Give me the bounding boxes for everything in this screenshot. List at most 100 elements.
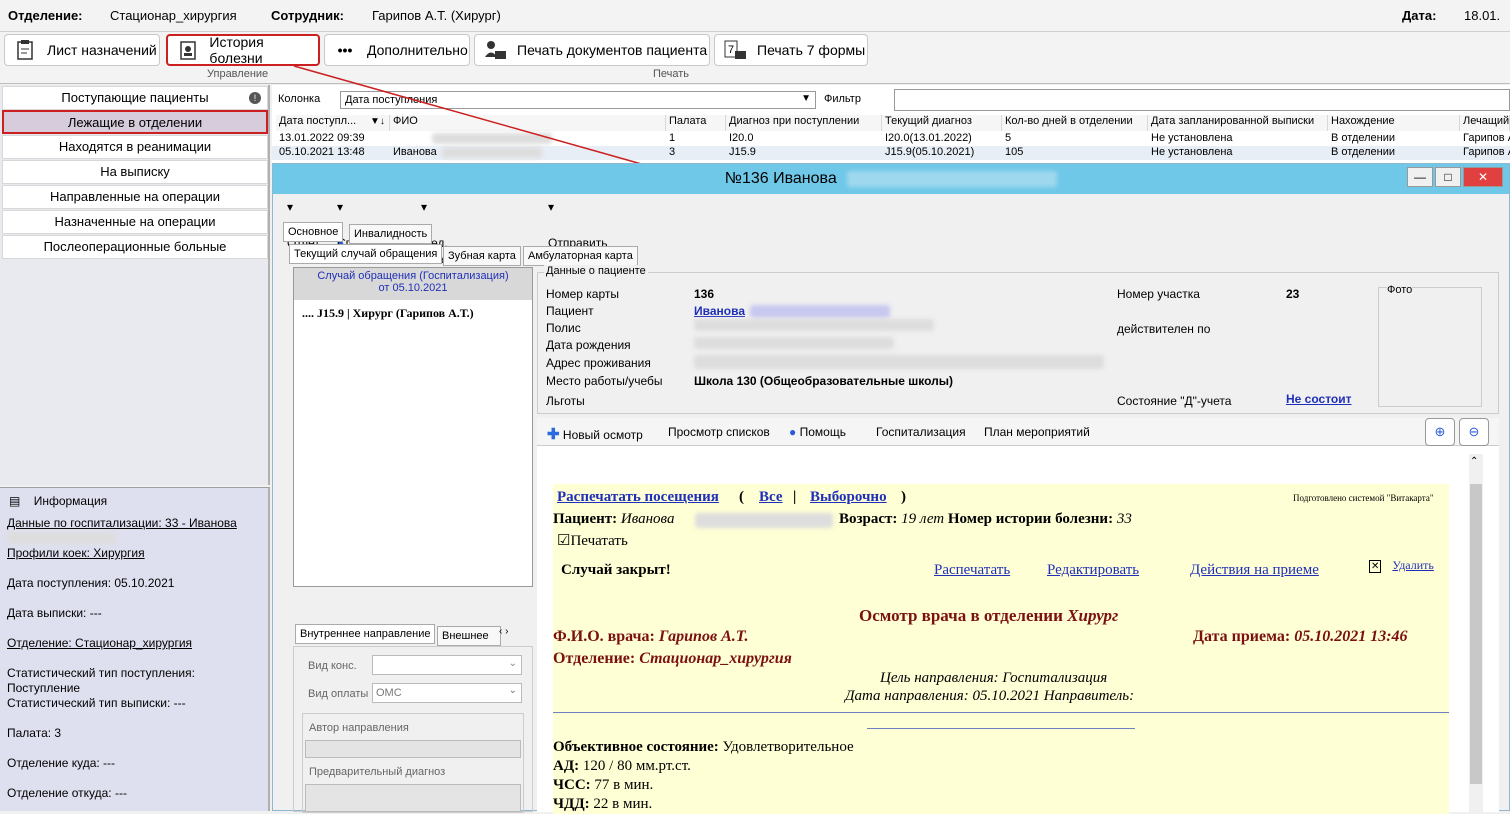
- column-select[interactable]: Дата поступления ▼: [340, 91, 816, 109]
- prescription-list-button[interactable]: Лист назначений: [4, 34, 160, 66]
- age-line: Возраст: 19 лет Номер истории болезни: 3…: [839, 511, 1132, 527]
- new-exam-button[interactable]: ✚ Новый осмотр: [547, 425, 643, 443]
- menu-report[interactable]: Отчет ▾: [287, 200, 320, 250]
- objective-state: Объективное состояние: Удовлетворительно…: [553, 739, 854, 755]
- info-discharge-date: Дата выписки: ---: [7, 606, 102, 620]
- additional-button[interactable]: ••• Дополнительно: [324, 34, 470, 66]
- all-link[interactable]: Все: [759, 489, 783, 506]
- col-header-fio[interactable]: ФИО: [390, 115, 666, 131]
- zoom-out-icon[interactable]: ⊖: [1459, 418, 1489, 446]
- printer-user-icon: [483, 38, 507, 62]
- minimize-button[interactable]: —: [1407, 167, 1433, 187]
- info-hospitalization-link[interactable]: Данные по госпитализации: 33 - Иванова: [7, 516, 237, 530]
- col-header-planned-discharge[interactable]: Дата запланированной выписки: [1148, 115, 1328, 131]
- document-content: Распечатать посещения ( Все | Выборочно …: [553, 484, 1449, 814]
- tab-current-case[interactable]: Текущий случай обращения: [289, 244, 443, 264]
- selective-link[interactable]: Выборочно: [810, 489, 887, 506]
- sort-icon[interactable]: ▼↓: [370, 116, 385, 127]
- col-header-location[interactable]: Нахождение: [1328, 115, 1460, 131]
- scrollbar[interactable]: ⌃: [1469, 454, 1483, 812]
- filter-input[interactable]: [894, 89, 1510, 111]
- menu-help[interactable]: ● Справка ▾: [337, 200, 384, 250]
- col-header-doctor[interactable]: Лечащий: [1460, 115, 1510, 131]
- nav-reanimation[interactable]: Находятся в реанимации: [2, 135, 268, 159]
- print-patient-docs-button[interactable]: Печать документов пациента: [474, 34, 710, 66]
- work-place: Школа 130 (Общеобразовательные школы): [694, 374, 954, 388]
- info-bed-profile-link[interactable]: Профили коек: Хирургия: [7, 546, 145, 560]
- direction-goal: Цель направления: Госпитализация: [880, 670, 1108, 686]
- d-status-link[interactable]: Не состоит: [1286, 392, 1352, 406]
- group-manage-label: Управление: [207, 68, 269, 80]
- case-item[interactable]: .... J15.9 | Хирург (Гарипов А.Т.): [302, 306, 474, 321]
- col-header-current-diag[interactable]: Текущий диагноз: [882, 115, 1002, 131]
- actions-link[interactable]: Действия на приеме: [1190, 562, 1319, 579]
- medical-history-button[interactable]: История болезни: [166, 34, 320, 66]
- print-visits-link[interactable]: Распечатать посещения: [557, 489, 719, 506]
- case-header[interactable]: Случай обращения (Госпитализация) от 05.1…: [294, 268, 532, 300]
- nav-scheduled-operations[interactable]: Назначенные на операции: [2, 210, 268, 234]
- window-title-bar: №136 Иванова — □ ✕: [273, 164, 1509, 194]
- nav-incoming-patients[interactable]: Поступающие пациенты!: [2, 86, 268, 110]
- col-header-days[interactable]: Кол-во дней в отделении: [1002, 115, 1148, 131]
- patient-link[interactable]: Иванова: [694, 304, 745, 318]
- top-bar: Отделение: Стационар_хирургия Сотрудник:…: [0, 0, 1510, 32]
- vid-kons-label: Вид конс.: [308, 660, 357, 672]
- maximize-button[interactable]: □: [1435, 167, 1461, 187]
- dept-label: Отделение:: [8, 8, 83, 23]
- help-button[interactable]: ● Помощь: [789, 425, 846, 439]
- col-header-admission-diag[interactable]: Диагноз при поступлении: [726, 115, 882, 131]
- hospitalization-button[interactable]: Госпитализация: [876, 425, 966, 439]
- blood-pressure: АД: 120 / 80 мм.рт.ст.: [553, 758, 691, 774]
- menu-med-docs[interactable]: Мед. документация ▾: [421, 200, 500, 264]
- divider: [553, 712, 1449, 713]
- divider: [867, 728, 1135, 729]
- chevron-down-icon: ▼: [801, 93, 811, 104]
- reception-date-line: Дата приема: 05.10.2021 13:46: [1193, 628, 1408, 645]
- tab-dental[interactable]: Зубная карта: [443, 246, 521, 266]
- author-input[interactable]: [305, 740, 521, 758]
- vid-kons-select[interactable]: ⌄: [372, 655, 522, 675]
- edit-link[interactable]: Редактировать: [1047, 562, 1139, 579]
- tab-disability[interactable]: Инвалидность: [349, 224, 433, 244]
- employee-label: Сотрудник:: [271, 8, 344, 23]
- vid-opl-select[interactable]: ОМС ⌄: [372, 683, 522, 703]
- info-admission-type: Статистический тип поступления:: [7, 666, 195, 680]
- event-plan-button[interactable]: План мероприятий: [984, 425, 1090, 439]
- print-checkbox[interactable]: ☑Печатать: [557, 531, 628, 550]
- info-admission-date: Дата поступления: 05.10.2021: [7, 576, 175, 590]
- print-form7-button[interactable]: 7 Печать 7 формы: [714, 34, 868, 66]
- direction-panel: Вид конс. ⌄ Вид оплаты ОМС ⌄ Автор направ…: [293, 646, 533, 813]
- delete-button[interactable]: ✕ Удалить: [1369, 558, 1434, 573]
- close-button[interactable]: ✕: [1463, 167, 1503, 187]
- menu-send-iemk[interactable]: Отправить в ИЭМК ▾: [548, 200, 608, 264]
- table-row[interactable]: 05.10.2021 13:48 Иванова 3 J15.9 J15.9(0…: [272, 146, 1510, 160]
- prediag-input[interactable]: [305, 784, 521, 812]
- tab-outpatient[interactable]: Амбулаторная карта: [523, 246, 638, 266]
- nav-postoperative[interactable]: Послеоперационные больные: [2, 235, 268, 259]
- col-header-ward[interactable]: Палата: [666, 115, 726, 131]
- nav-discharge[interactable]: На выписку: [2, 160, 268, 184]
- heart-rate: ЧСС: 77 в мин.: [553, 777, 654, 793]
- dept-value: Стационар_хирургия: [110, 8, 237, 23]
- tab-internal-direction[interactable]: Внутреннее направление: [295, 624, 436, 644]
- nav-sent-operations[interactable]: Направленные на операции: [2, 185, 268, 209]
- employee-value: Гарипов А.Т. (Хирург): [372, 8, 501, 23]
- print-link[interactable]: Распечатать: [934, 562, 1010, 579]
- help-icon: ●: [789, 425, 797, 439]
- table-row[interactable]: 13.01.2022 09:39 1 I20.0 I20.0(13.01.202…: [272, 132, 1510, 146]
- zoom-in-icon[interactable]: ⊕: [1425, 418, 1455, 446]
- more-dots-icon: •••: [337, 42, 353, 58]
- info-discharge-type: Статистический тип выписки: ---: [7, 696, 186, 710]
- tab-scroll-arrows[interactable]: ‹ ›: [499, 626, 508, 637]
- patient-line: Пациент: Иванова: [553, 511, 675, 527]
- tab-main[interactable]: Основное: [283, 222, 344, 242]
- column-label: Колонка: [278, 93, 321, 105]
- view-lists-button[interactable]: Просмотр списков: [668, 425, 770, 439]
- close-box-icon: ✕: [1369, 560, 1382, 573]
- info-department-link[interactable]: Отделение: Стационар_хирургия: [7, 636, 192, 650]
- plus-icon: ✚: [547, 426, 560, 443]
- patient-list-area: Колонка Дата поступления ▼ Фильтр Дата по…: [272, 85, 1510, 165]
- respiratory-rate: ЧДД: 22 в мин.: [553, 796, 653, 812]
- tab-external-direction[interactable]: Внешнее на: [437, 626, 501, 646]
- nav-in-department[interactable]: Лежащие в отделении: [2, 110, 268, 134]
